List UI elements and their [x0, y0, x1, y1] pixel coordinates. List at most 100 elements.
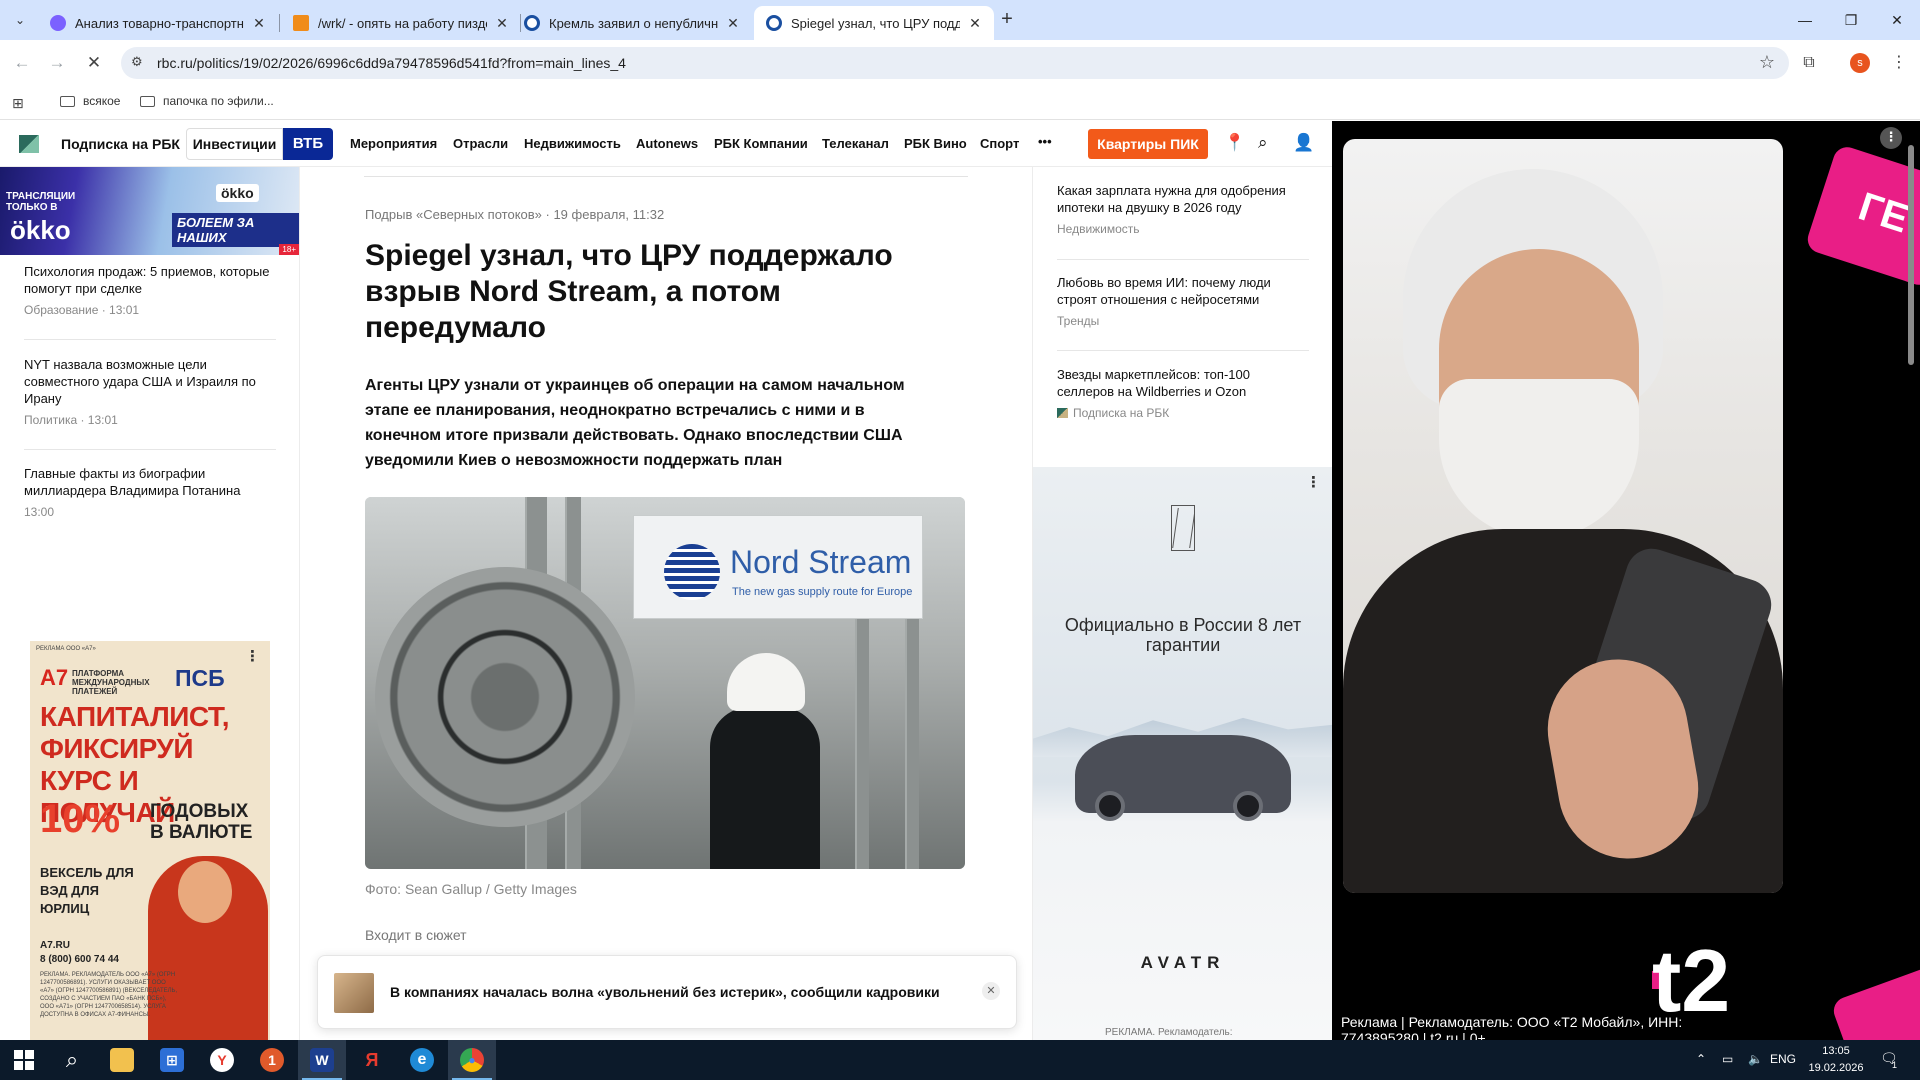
nav-item-tv[interactable]: Телеканал: [822, 136, 889, 151]
news-popup[interactable]: В компаниях началась волна «увольнений б…: [317, 955, 1017, 1029]
list-item[interactable]: Звезды маркетплейсов: топ-100 селлеров н…: [1057, 366, 1309, 420]
restore-button[interactable]: ❐: [1828, 8, 1874, 32]
bookmark-folder[interactable]: всякое: [60, 94, 120, 108]
ad-product: ВЕКСЕЛЬ ДЛЯ ВЭД ДЛЯ ЮРЛИЦ: [40, 865, 134, 916]
nord-stream-sign: Nord Stream The new gas supply route for…: [633, 515, 923, 619]
back-arrow-icon[interactable]: ←: [10, 51, 34, 75]
minimize-button[interactable]: —: [1782, 8, 1828, 32]
a7-bank-ad[interactable]: РЕКЛАМА ООО «А7» ⋮ A7 ПЛАТФОРМА МЕЖДУНАР…: [30, 641, 270, 1040]
list-item[interactable]: Какая зарплата нужна для одобрения ипоте…: [1057, 182, 1309, 236]
list-item[interactable]: Главные факты из биографии миллиардера В…: [24, 465, 276, 519]
browser-menu-icon[interactable]: ⋮: [1887, 51, 1911, 75]
article-rubric[interactable]: Подрыв «Северных потоков» · 19 февраля, …: [365, 207, 664, 222]
okko-banner-ad[interactable]: ТРАНСЛЯЦИИ ТОЛЬКО В ökko БОЛЕЕМ ЗА НАШИХ…: [0, 167, 299, 255]
nav-item-sport[interactable]: Спорт: [980, 136, 1019, 151]
apps-grid-icon[interactable]: ⊞: [12, 95, 24, 112]
popup-text[interactable]: В компаниях началась волна «увольнений б…: [390, 984, 940, 1000]
close-window-button[interactable]: ✕: [1874, 8, 1920, 32]
url-text[interactable]: rbc.ru/politics/19/02/2026/6996c6dd9a794…: [157, 55, 626, 71]
sign-tagline: The new gas supply route for Europe: [732, 586, 913, 598]
news-title[interactable]: Звезды маркетплейсов: топ-100 селлеров н…: [1057, 366, 1309, 400]
system-clock[interactable]: 13:05 19.02.2026: [1806, 1043, 1866, 1077]
more-menu-icon[interactable]: •••: [1038, 134, 1052, 149]
yandex-icon: Я: [365, 1049, 379, 1070]
divider: [1057, 259, 1309, 260]
taskbar-app-yandex-music[interactable]: 1: [248, 1040, 296, 1080]
site-settings-icon[interactable]: ⚙: [131, 54, 143, 70]
location-pin-icon[interactable]: 📍: [1224, 133, 1245, 153]
tab-close-icon[interactable]: ✕: [493, 15, 511, 32]
extensions-puzzle-icon[interactable]: ⧉: [1797, 51, 1821, 75]
user-icon[interactable]: 👤: [1293, 133, 1314, 153]
network-icon[interactable]: ▭: [1722, 1052, 1733, 1066]
browser-tab-active[interactable]: Spiegel узнал, что ЦРУ поддер ✕: [754, 6, 994, 40]
ad-menu-icon[interactable]: ⋮: [1306, 473, 1321, 491]
tab-close-icon[interactable]: ✕: [250, 15, 268, 32]
ad-brand: AVATR: [1140, 953, 1226, 972]
ad-site: A7.RU 8 (800) 600 74 44: [40, 939, 119, 967]
clock-date: 19.02.2026: [1808, 1062, 1864, 1074]
forward-arrow-icon[interactable]: →: [45, 51, 69, 75]
tab-favicon-icon: [50, 15, 66, 31]
start-button[interactable]: [0, 1040, 48, 1080]
news-title[interactable]: Главные факты из биографии миллиардера В…: [24, 465, 276, 499]
t2-side-ad[interactable]: ГЕ ⋮ t2 Реклама | Рекламодатель: ООО «Т2…: [1332, 121, 1920, 1040]
taskbar-app-editor[interactable]: W: [298, 1040, 346, 1080]
taskbar-app-chrome[interactable]: ●: [448, 1040, 496, 1080]
new-tab-button[interactable]: +: [996, 9, 1018, 31]
show-hidden-icons-chevron-icon[interactable]: ⌃: [1696, 1052, 1706, 1066]
notification-count: 1: [1892, 1060, 1898, 1070]
news-meta: Образование · 13:01: [24, 303, 140, 317]
taskbar-app-yandex-browser[interactable]: Y: [198, 1040, 246, 1080]
language-indicator[interactable]: ENG: [1770, 1052, 1796, 1066]
news-title[interactable]: Какая зарплата нужна для одобрения ипоте…: [1057, 182, 1309, 216]
volume-icon[interactable]: 🔈: [1748, 1052, 1763, 1066]
browser-tab[interactable]: Кремль заявил о непубличност ✕: [512, 6, 752, 40]
browser-tab[interactable]: Анализ товарно-транспортно ✕: [38, 6, 278, 40]
ad-menu-icon[interactable]: ⋮: [245, 647, 260, 665]
rbc-logo[interactable]: [19, 135, 39, 153]
nav-item-wine[interactable]: РБК Вино: [904, 136, 967, 151]
scrollbar[interactable]: [1908, 145, 1914, 365]
address-bar[interactable]: ⚙ rbc.ru/politics/19/02/2026/6996c6dd9a7…: [121, 47, 1789, 79]
news-title[interactable]: NYT назвала возможные цели совместного у…: [24, 356, 276, 407]
avatr-emblem-icon: [1171, 505, 1195, 551]
bookmark-star-icon[interactable]: ☆: [1759, 52, 1775, 73]
investments-link[interactable]: Инвестиции: [186, 128, 283, 160]
promo-button[interactable]: Квартиры ПИК: [1088, 129, 1208, 159]
calculator-icon: ⊞: [160, 1048, 184, 1072]
close-icon[interactable]: ✕: [982, 982, 1000, 1000]
nav-item-companies[interactable]: РБК Компании: [714, 136, 808, 151]
profile-avatar[interactable]: s: [1850, 53, 1870, 73]
stop-loading-icon[interactable]: ✕: [82, 51, 106, 75]
taskbar-app-file-explorer[interactable]: [98, 1040, 146, 1080]
divider: [24, 339, 276, 340]
windows-logo-icon: [14, 1050, 34, 1070]
avatr-car-ad[interactable]: ⋮ Официально в России 8 лет гарантии AVA…: [1033, 467, 1333, 1040]
tab-close-icon[interactable]: ✕: [966, 15, 984, 32]
article-photo[interactable]: Nord Stream The new gas supply route for…: [365, 497, 965, 869]
news-title[interactable]: Любовь во время ИИ: почему люди строят о…: [1057, 274, 1309, 308]
ad-menu-icon[interactable]: ⋮: [1880, 127, 1902, 149]
bookmark-folder[interactable]: папочка по эфили...: [140, 94, 274, 108]
subscription-link[interactable]: Подписка на РБК: [61, 136, 180, 152]
editor-app-icon: W: [310, 1048, 334, 1072]
taskbar-app-edge[interactable]: e: [398, 1040, 446, 1080]
taskbar-app-yandex[interactable]: Я: [348, 1040, 396, 1080]
taskbar-search[interactable]: ⌕: [48, 1040, 96, 1080]
list-item[interactable]: Психология продаж: 5 приемов, которые по…: [24, 263, 276, 317]
tab-search-chevron-icon[interactable]: ⌄: [8, 8, 32, 32]
tab-close-icon[interactable]: ✕: [724, 15, 742, 32]
vtb-logo[interactable]: ВТБ: [283, 128, 333, 160]
search-icon[interactable]: ⌕: [1258, 133, 1268, 153]
list-item[interactable]: Любовь во время ИИ: почему люди строят о…: [1057, 274, 1309, 328]
nav-item-realty[interactable]: Недвижимость: [524, 136, 621, 151]
news-title[interactable]: Психология продаж: 5 приемов, которые по…: [24, 263, 276, 297]
news-meta: Недвижимость: [1057, 222, 1140, 236]
nav-item-autonews[interactable]: Autonews: [636, 136, 698, 151]
taskbar-app-calculator[interactable]: ⊞: [148, 1040, 196, 1080]
nav-item-industries[interactable]: Отрасли: [453, 136, 508, 151]
nav-item-events[interactable]: Мероприятия: [350, 136, 437, 151]
list-item[interactable]: NYT назвала возможные цели совместного у…: [24, 356, 276, 427]
browser-tab[interactable]: /wrk/ - опять на работу пиздо ✕: [281, 6, 521, 40]
